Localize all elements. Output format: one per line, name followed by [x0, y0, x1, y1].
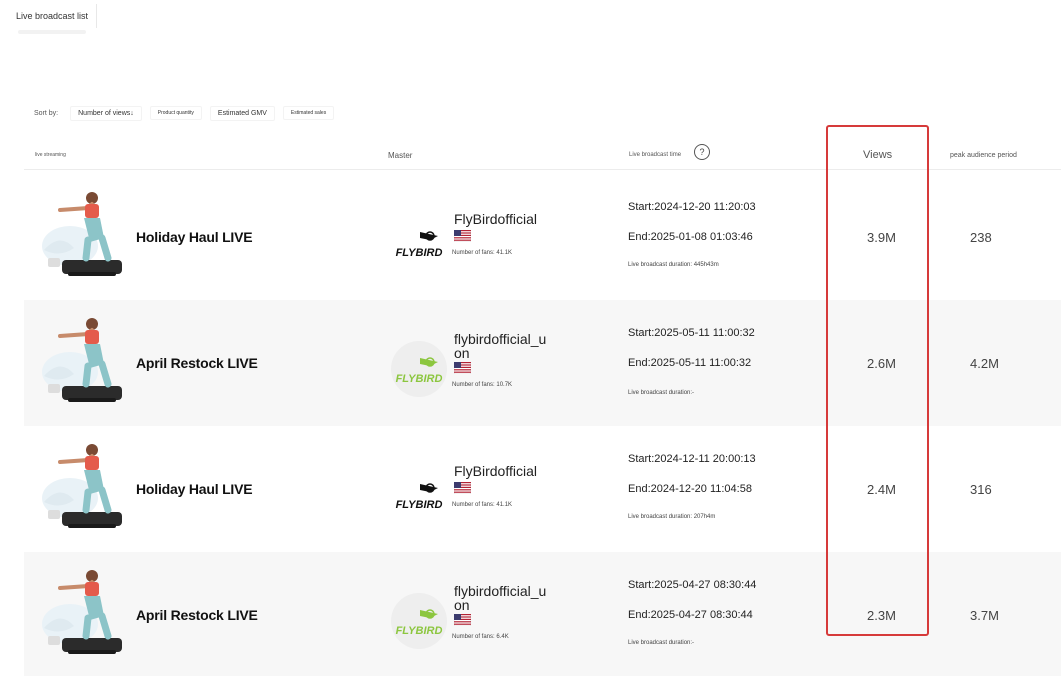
logo-wordmark: FLYBIRD: [396, 625, 443, 637]
fans-count: Number of fans: 10.7K: [452, 382, 513, 388]
broadcast-end: End:2025-04-27 08:30:44: [628, 609, 753, 621]
column-header-peak[interactable]: peak audience period: [950, 140, 1017, 170]
tab-live-broadcast-list[interactable]: Live broadcast list: [8, 4, 98, 34]
broadcast-start: Start:2025-04-27 08:30:44: [628, 579, 757, 591]
broadcast-end: End:2025-01-08 01:03:46: [628, 231, 753, 243]
logo-wordmark: FLYBIRD: [396, 247, 443, 259]
stream-title[interactable]: April Restock LIVE: [136, 607, 258, 623]
stream-title[interactable]: Holiday Haul LIVE: [136, 229, 253, 245]
broadcast-duration: Live broadcast duration:-: [628, 390, 695, 396]
sort-option-sales[interactable]: Estimated sales: [282, 106, 335, 120]
column-header-master: Master: [388, 150, 413, 160]
broadcast-end: End:2024-12-20 11:04:58: [628, 483, 752, 495]
master-name-line-2: on: [454, 345, 470, 361]
flybird-logo[interactable]: FLYBIRD: [390, 466, 448, 524]
master-name[interactable]: FlyBirdofficial: [454, 464, 537, 478]
peak-audience-value: 4.2M: [970, 356, 999, 371]
broadcast-start: Start:2024-12-20 11:20:03: [628, 201, 756, 213]
broadcast-duration: Live broadcast duration: 207h4m: [628, 514, 716, 520]
logo-wordmark: FLYBIRD: [396, 373, 443, 385]
column-header-time[interactable]: Live broadcast time: [629, 140, 681, 170]
fans-count: Number of fans: 41.1K: [452, 502, 513, 508]
broadcast-duration: Live broadcast duration: 445h43m: [628, 262, 719, 268]
master-name[interactable]: flybirdofficial_u on: [454, 332, 546, 360]
master-name[interactable]: FlyBirdofficial: [454, 212, 537, 226]
peak-audience-value: 238: [970, 230, 992, 245]
us-flag-icon: [454, 230, 471, 242]
peak-audience-value: 316: [970, 482, 992, 497]
tab-label: Live broadcast list: [16, 11, 89, 21]
flybird-logo[interactable]: FLYBIRD: [390, 214, 448, 272]
fans-count: Number of fans: 41.1K: [452, 250, 513, 256]
sort-label: Sort by:: [34, 109, 59, 117]
product-thumbnail[interactable]: [40, 188, 128, 284]
product-thumbnail[interactable]: [40, 314, 128, 410]
peak-audience-value: 3.7M: [970, 608, 999, 623]
us-flag-icon: [454, 614, 471, 626]
sort-option-gmv[interactable]: Estimated GMV: [209, 105, 275, 121]
views-highlight-box: [826, 125, 929, 636]
flybird-logo[interactable]: FLYBIRD: [390, 340, 448, 398]
stream-title[interactable]: Holiday Haul LIVE: [136, 481, 253, 497]
product-thumbnail[interactable]: [40, 440, 128, 536]
master-name[interactable]: flybirdofficial_u on: [454, 584, 546, 612]
broadcast-duration: Live broadcast duration:-: [628, 640, 695, 646]
column-header-stream: live streaming: [35, 152, 66, 158]
flybird-logo[interactable]: FLYBIRD: [390, 592, 448, 650]
sort-option-views[interactable]: Number of views↓: [70, 105, 142, 121]
sort-bar: Sort by: Number of views↓ Product quanti…: [34, 103, 342, 123]
master-name-line-2: on: [454, 597, 470, 613]
us-flag-icon: [454, 362, 471, 374]
broadcast-end: End:2025-05-11 11:00:32: [628, 357, 752, 369]
broadcast-start: Start:2025-05-11 11:00:32: [628, 327, 755, 339]
help-circle-icon[interactable]: ?: [694, 144, 710, 160]
us-flag-icon: [454, 482, 471, 494]
fans-count: Number of fans: 6.4K: [452, 634, 509, 640]
product-thumbnail[interactable]: [40, 566, 128, 662]
broadcast-start: Start:2024-12-11 20:00:13: [628, 453, 756, 465]
logo-wordmark: FLYBIRD: [396, 499, 443, 511]
sort-option-product-quantity[interactable]: Product quantity: [149, 106, 202, 120]
stream-title[interactable]: April Restock LIVE: [136, 355, 258, 371]
